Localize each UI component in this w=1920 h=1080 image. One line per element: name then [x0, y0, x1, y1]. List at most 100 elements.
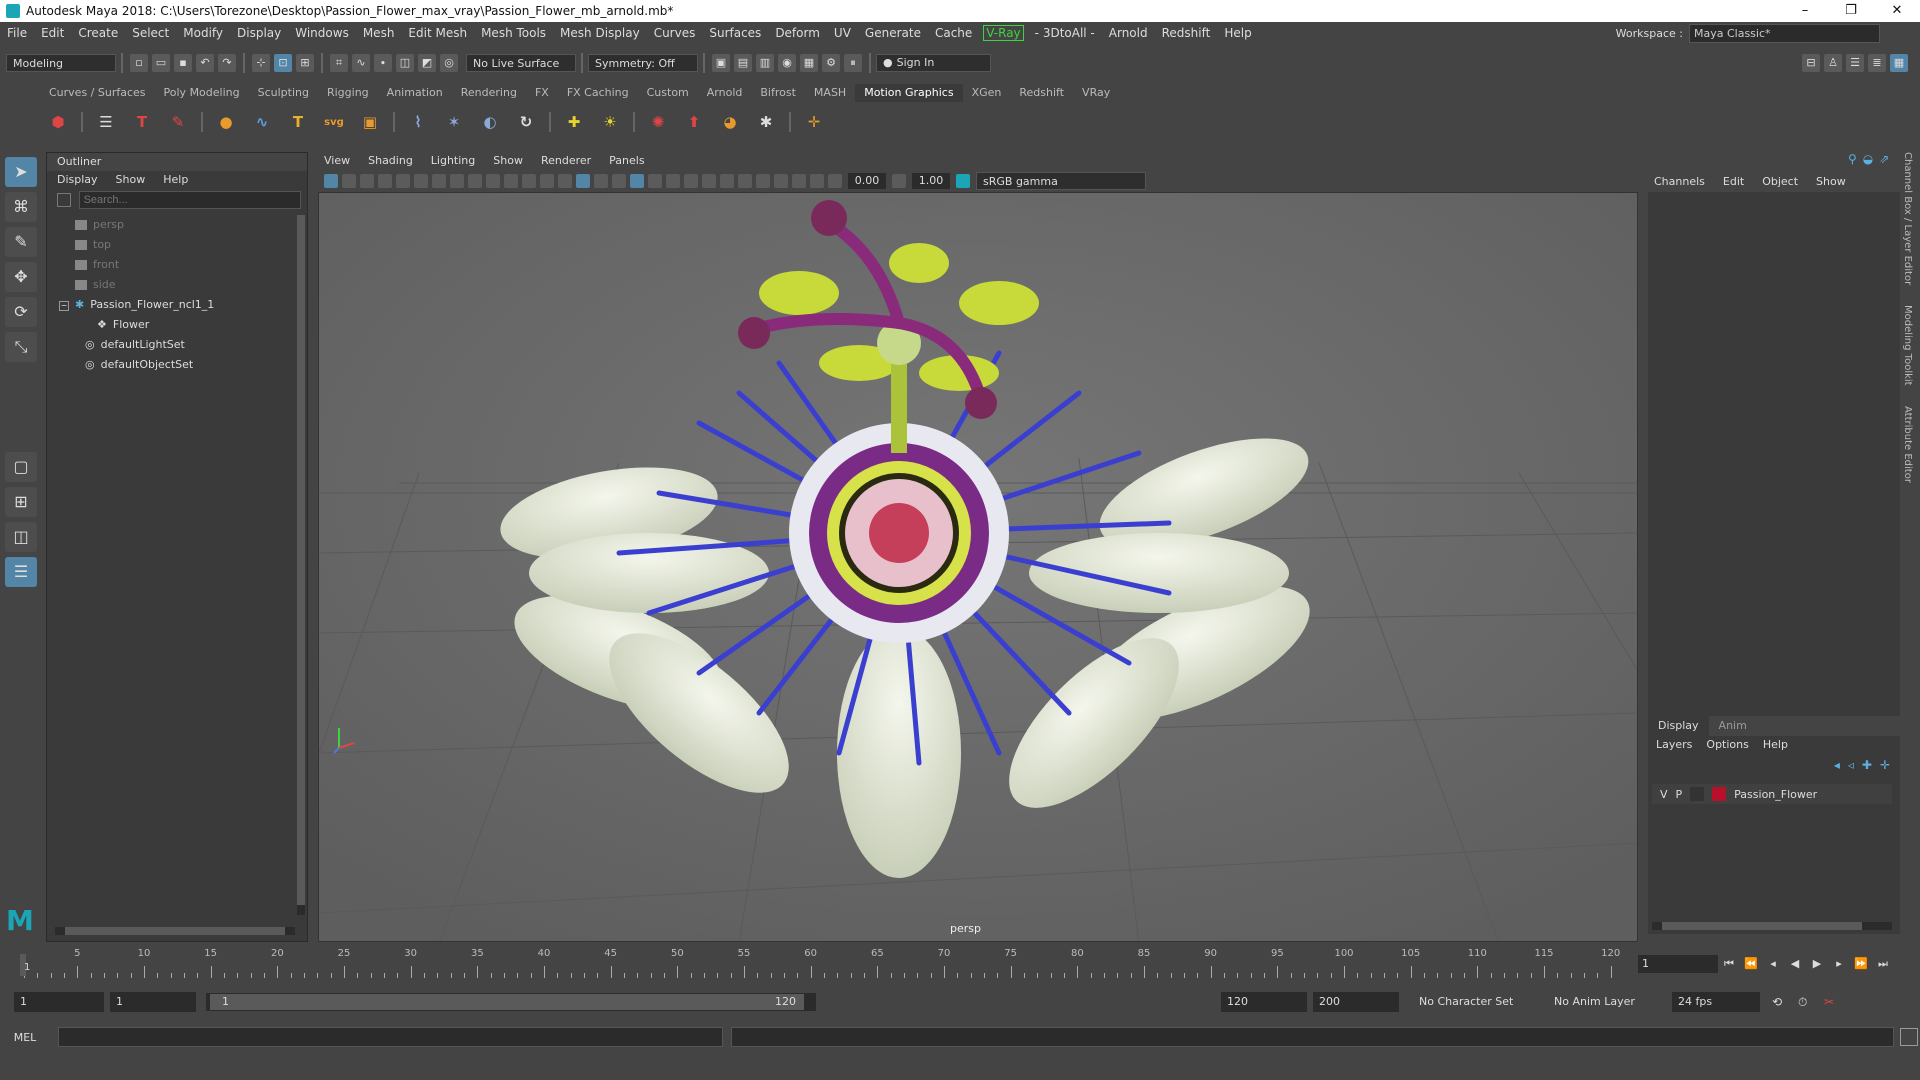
menu-cache[interactable]: Cache: [928, 26, 979, 40]
render-view-icon[interactable]: ▣: [712, 54, 730, 72]
live-surface-field[interactable]: No Live Surface: [466, 54, 576, 72]
fps-dropdown[interactable]: 24 fps: [1672, 992, 1760, 1012]
outliner-item-front[interactable]: front: [47, 255, 307, 275]
pause-icon[interactable]: ⏸: [844, 54, 862, 72]
burst-icon[interactable]: ✱: [752, 108, 780, 136]
viewport-menu-lighting[interactable]: Lighting: [431, 152, 475, 170]
field-chart-icon[interactable]: [504, 174, 518, 188]
hypershade-icon[interactable]: ▦: [800, 54, 818, 72]
layer-tab-display[interactable]: Display: [1648, 716, 1709, 736]
shadows-icon[interactable]: [666, 174, 680, 188]
motion-blur-icon[interactable]: [702, 174, 716, 188]
scrollbar-thumb[interactable]: [297, 215, 305, 905]
safe-title-icon[interactable]: [540, 174, 554, 188]
step-back-key-icon[interactable]: ⏪: [1742, 955, 1760, 973]
3d-viewport[interactable]: [318, 192, 1638, 942]
viewport-menu-view[interactable]: View: [324, 152, 350, 170]
outliner-item-top[interactable]: top: [47, 235, 307, 255]
paint-select-icon[interactable]: ✎: [5, 227, 37, 257]
ipr-render-icon[interactable]: ▥: [756, 54, 774, 72]
modeling-toolkit-icon[interactable]: ⊟: [1802, 54, 1820, 72]
menu-uv[interactable]: UV: [827, 26, 858, 40]
loop-icon[interactable]: ⟲: [1772, 995, 1790, 1009]
outliner-horizontal-scrollbar[interactable]: [55, 927, 295, 935]
new-scene-icon[interactable]: ▫: [130, 54, 148, 72]
shelf-tab-fx-caching[interactable]: FX Caching: [558, 84, 638, 102]
start-time-field[interactable]: 1: [14, 992, 104, 1012]
menu-set-dropdown[interactable]: Modeling: [6, 54, 116, 72]
open-scene-icon[interactable]: ▭: [152, 54, 170, 72]
outliner-item-flower[interactable]: ❖ Flower: [47, 315, 307, 335]
select-tool-icon[interactable]: ➤: [5, 157, 37, 187]
minimize-button[interactable]: –: [1782, 0, 1828, 22]
gamma-field[interactable]: 1.00: [912, 173, 950, 189]
scrollbar-thumb[interactable]: [65, 927, 285, 935]
outliner-layout-icon[interactable]: ☰: [5, 557, 37, 587]
outliner-vertical-scrollbar[interactable]: [297, 215, 305, 915]
shelf-tab-arnold[interactable]: Arnold: [698, 84, 752, 102]
default-material-icon[interactable]: [594, 174, 608, 188]
outliner-item-default-object-set[interactable]: ◎ defaultObjectSet: [47, 355, 307, 375]
xray-icon[interactable]: [774, 174, 788, 188]
depth-of-field-icon[interactable]: [738, 174, 752, 188]
scale-tool-icon[interactable]: ⤡: [5, 332, 37, 362]
xray-joints-icon[interactable]: [792, 174, 806, 188]
outliner-item-passion-flower-group[interactable]: − ✱ Passion_Flower_ncl1_1: [47, 295, 307, 315]
hyper-icon[interactable]: ⇗: [1879, 152, 1889, 166]
go-to-end-icon[interactable]: ⏭: [1874, 955, 1892, 973]
side-tab-modeling-toolkit[interactable]: Modeling Toolkit: [1902, 305, 1913, 386]
step-forward-frame-icon[interactable]: ▸: [1830, 955, 1848, 973]
snap-curve-icon[interactable]: ∿: [352, 54, 370, 72]
render-setup-icon[interactable]: ⚙: [822, 54, 840, 72]
menu-help[interactable]: Help: [1217, 26, 1258, 40]
new-layer-selected-icon[interactable]: ✛: [1880, 758, 1890, 772]
go-to-start-icon[interactable]: ⏮: [1720, 955, 1738, 973]
move-tool-icon[interactable]: ✥: [5, 262, 37, 292]
select-camera-icon[interactable]: [324, 174, 338, 188]
four-view-icon[interactable]: ⊞: [5, 487, 37, 517]
svg-icon[interactable]: svg: [320, 108, 348, 136]
layer-menu-help[interactable]: Help: [1763, 736, 1788, 754]
play-forward-icon[interactable]: ▶: [1808, 955, 1826, 973]
human-ik-icon[interactable]: ♙: [1824, 54, 1842, 72]
anim-prefs-icon[interactable]: ✂: [1824, 995, 1842, 1009]
shelf-tab-animation[interactable]: Animation: [378, 84, 452, 102]
outliner-menu-display[interactable]: Display: [57, 171, 98, 189]
mash-network-icon[interactable]: ⬢: [44, 108, 72, 136]
sign-in-dropdown[interactable]: ● Sign In: [876, 54, 991, 72]
outliner-item-persp[interactable]: persp: [47, 215, 307, 235]
channel-menu-object[interactable]: Object: [1762, 172, 1798, 192]
collider-icon[interactable]: ◕: [716, 108, 744, 136]
move-layer-down-icon[interactable]: ◃: [1848, 758, 1854, 772]
shelf-tab-vray[interactable]: VRay: [1073, 84, 1119, 102]
text-icon[interactable]: T: [284, 108, 312, 136]
render-frame-icon[interactable]: ▤: [734, 54, 752, 72]
menu-surfaces[interactable]: Surfaces: [702, 26, 768, 40]
viewport-menu-shading[interactable]: Shading: [368, 152, 413, 170]
end-time-field[interactable]: 200: [1313, 992, 1399, 1012]
attribute-editor-icon[interactable]: ☰: [1846, 54, 1864, 72]
cube-icon[interactable]: ▣: [356, 108, 384, 136]
screen-space-ao-icon[interactable]: [684, 174, 698, 188]
mash-list-icon[interactable]: ☰: [92, 108, 120, 136]
emitter-icon[interactable]: ✺: [644, 108, 672, 136]
nparticle-icon[interactable]: ✶: [440, 108, 468, 136]
layer-color-swatch[interactable]: [1712, 787, 1727, 801]
layer-menu-options[interactable]: Options: [1706, 736, 1748, 754]
light-icon[interactable]: ✚: [560, 108, 588, 136]
render-settings-icon[interactable]: ◉: [778, 54, 796, 72]
viewport-menu-panels[interactable]: Panels: [609, 152, 644, 170]
exposure-field[interactable]: 0.00: [848, 173, 886, 189]
layer-type-toggle[interactable]: [1690, 787, 1705, 801]
character-set-dropdown[interactable]: No Character Set: [1413, 992, 1538, 1012]
menu-select[interactable]: Select: [125, 26, 176, 40]
playback-end-field[interactable]: 120: [1221, 992, 1307, 1012]
backface-culling-icon[interactable]: [810, 174, 824, 188]
layer-playback-toggle[interactable]: P: [1676, 788, 1683, 801]
select-object-icon[interactable]: ⊡: [274, 54, 292, 72]
image-plane-icon[interactable]: [378, 174, 392, 188]
shelf-tab-rigging[interactable]: Rigging: [318, 84, 378, 102]
field-icon[interactable]: ⬆: [680, 108, 708, 136]
layer-menu-layers[interactable]: Layers: [1656, 736, 1692, 754]
loop-icon[interactable]: ↻: [512, 108, 540, 136]
